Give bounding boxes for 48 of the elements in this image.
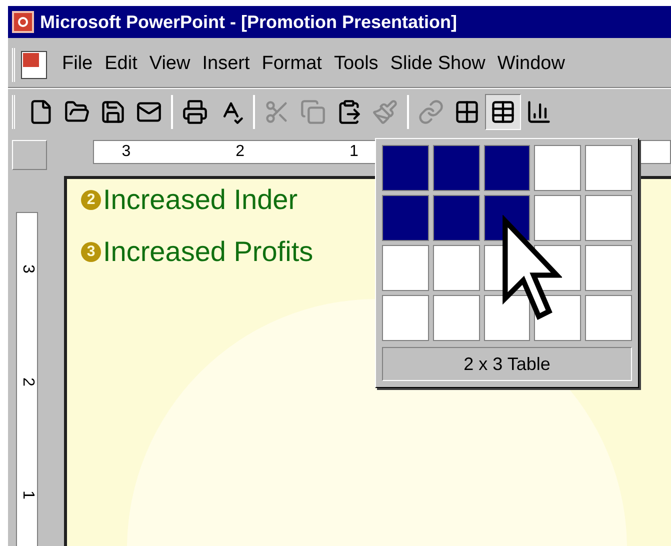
grid-cell[interactable] [382, 145, 429, 191]
grid-cell[interactable] [432, 195, 480, 241]
ruler-number: 1 [350, 142, 358, 162]
grid-cell[interactable] [585, 245, 632, 291]
menu-item[interactable]: Window [492, 50, 570, 79]
grid-cell[interactable] [534, 195, 582, 241]
grid-cell[interactable] [585, 145, 632, 191]
folder-icon [64, 98, 90, 124]
paintbrush-icon [372, 98, 398, 124]
bullet-text: Increased Profits [103, 235, 314, 269]
ruler-number: 3 [18, 264, 37, 274]
bullet-number: 3 [81, 242, 101, 262]
ruler-corner [12, 140, 47, 170]
bullet-text: Increased Inder [103, 183, 298, 217]
menu-item[interactable]: Tools [328, 50, 384, 79]
grid-cell[interactable] [382, 245, 429, 291]
menu-item[interactable]: Format [256, 50, 327, 79]
window-title: Microsoft PowerPoint - [Promotion Presentation] [40, 10, 458, 34]
app-icon[interactable] [12, 11, 34, 33]
grid-cell[interactable] [432, 295, 480, 341]
grid-cell[interactable] [484, 145, 530, 191]
menu-item[interactable]: Edit [100, 50, 142, 79]
document-icon[interactable] [21, 50, 47, 78]
ruler-number: 1 [18, 490, 37, 500]
table-icon [490, 98, 516, 124]
grid-cell[interactable] [382, 195, 429, 241]
menu-item[interactable]: Slide Show [385, 50, 490, 79]
scissors-icon [264, 98, 290, 124]
ruler-number: 2 [236, 142, 245, 162]
grid-cell[interactable] [382, 295, 429, 341]
grid-cell[interactable] [432, 145, 480, 191]
grid-cell[interactable] [585, 295, 632, 341]
toolbar-button[interactable] [485, 94, 521, 130]
menu-item[interactable]: File [57, 50, 98, 79]
grid-cell[interactable] [585, 195, 632, 241]
table-size-label: 2 x 3 Table [382, 347, 632, 381]
link-icon [418, 98, 444, 124]
grid-cell[interactable] [432, 245, 480, 291]
printer-icon [182, 98, 208, 124]
grid-cell[interactable] [484, 295, 530, 341]
ruler-number: 3 [122, 142, 131, 162]
menu-item[interactable]: Insert [197, 50, 255, 79]
bar-chart-icon [526, 98, 552, 124]
copy-icon [300, 98, 326, 124]
ruler-number: 2 [18, 378, 37, 386]
menu-item[interactable]: View [144, 50, 196, 79]
bullet-number: 2 [81, 190, 101, 210]
grid-cell[interactable] [534, 145, 582, 191]
